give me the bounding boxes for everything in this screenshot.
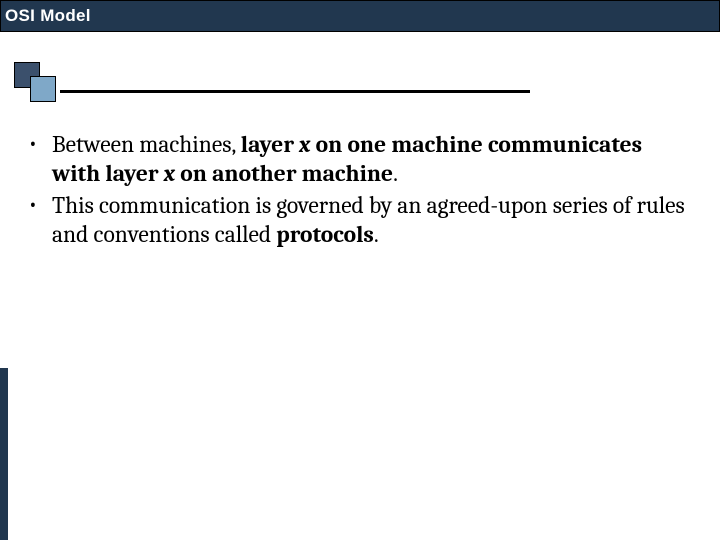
text-run: . bbox=[374, 221, 379, 248]
content-area: Between machines, layer x on one machine… bbox=[20, 130, 690, 252]
slide: OSI Model Between machines, layer x on o… bbox=[0, 0, 720, 540]
text-run: on another machine bbox=[175, 160, 393, 187]
side-accent-strip bbox=[0, 368, 8, 540]
text-run: layer bbox=[241, 131, 299, 158]
text-run: x bbox=[164, 160, 175, 187]
title-bar: OSI Model bbox=[0, 0, 720, 32]
bullet-item: Between machines, layer x on one machine… bbox=[20, 130, 690, 189]
square-front-icon bbox=[30, 76, 56, 102]
text-run: Between machines, bbox=[52, 131, 241, 158]
decorative-squares-icon bbox=[14, 62, 66, 106]
text-run: protocols bbox=[276, 221, 374, 248]
bullet-list: Between machines, layer x on one machine… bbox=[20, 130, 690, 250]
bullet-item: This communication is governed by an agr… bbox=[20, 191, 690, 250]
text-run: x bbox=[299, 131, 310, 158]
title-underline bbox=[60, 90, 530, 93]
text-run: . bbox=[393, 160, 398, 187]
slide-title: OSI Model bbox=[5, 6, 91, 26]
